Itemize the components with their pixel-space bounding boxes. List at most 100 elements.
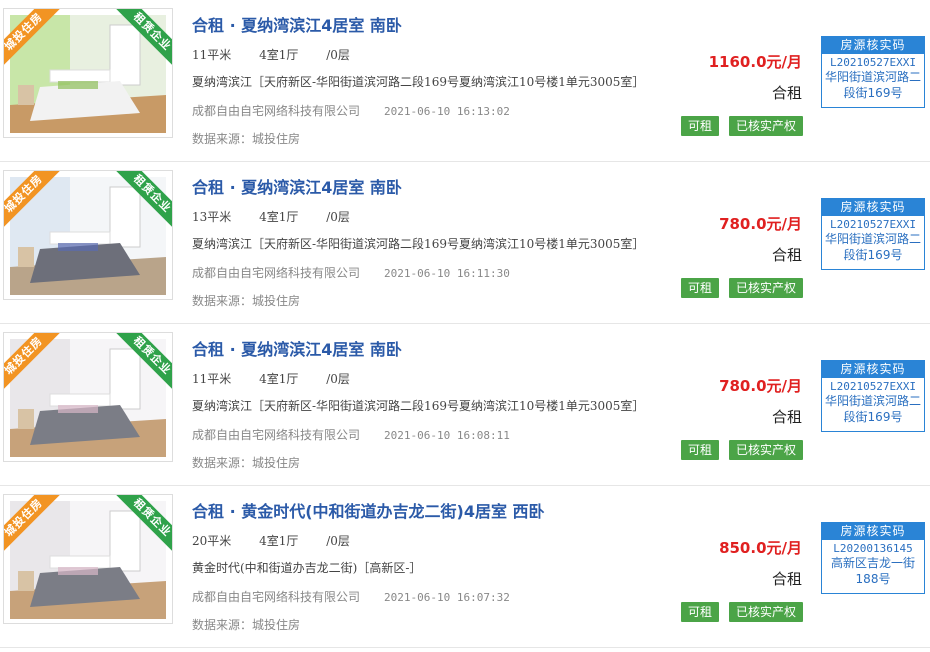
verification-code: L20210527EXXI <box>829 380 917 393</box>
listing-photo[interactable]: 城投住房 租赁企业 <box>3 332 173 462</box>
listing-address: 夏纳湾滨江［天府新区-华阳街道滨河路二段169号夏纳湾滨江10号楼1单元3005… <box>192 75 645 89</box>
listing-price: 780.0元/月 <box>719 377 802 395</box>
verified-title-badge: 已核实产权 <box>729 278 804 298</box>
list-item[interactable]: 城投住房 租赁企业 合租 · 黄金时代(中和街道办吉龙二街)4居室 西卧 20平… <box>0 486 930 648</box>
listing-company: 成都自由自宅网络科技有限公司 2021-06-10 16:13:02 <box>192 102 510 119</box>
listing-meta: 11平米 4室1厅 /0层 <box>192 46 374 63</box>
verification-code-box[interactable]: 房源核实码 L20200136145 高新区吉龙一街188号 <box>821 522 925 594</box>
listing-photo[interactable]: 城投住房 租赁企业 <box>3 170 173 300</box>
listing-price: 1160.0元/月 <box>708 53 802 71</box>
listing-address: 夏纳湾滨江［天府新区-华阳街道滨河路二段169号夏纳湾滨江10号楼1单元3005… <box>192 237 645 251</box>
verification-code-title: 房源核实码 <box>822 37 924 54</box>
data-source: 数据来源：城投住房 <box>192 294 301 308</box>
verified-title-badge: 已核实产权 <box>729 440 804 460</box>
available-badge: 可租 <box>681 116 720 136</box>
listing-address: 黄金时代(中和街道办吉龙二街)［高新区-］ <box>192 561 422 575</box>
verification-code-title: 房源核实码 <box>822 523 924 540</box>
available-badge: 可租 <box>681 278 720 298</box>
ribbon-rental-enterprise: 租赁企业 <box>112 9 172 69</box>
company-name: 成都自由自宅网络科技有限公司 <box>192 590 361 604</box>
data-source: 数据来源：城投住房 <box>192 456 301 470</box>
bed-headboard <box>49 231 111 245</box>
nightstand <box>18 85 34 105</box>
bed-headboard <box>49 69 111 83</box>
available-badge: 可租 <box>681 602 720 622</box>
data-source: 数据来源：城投住房 <box>192 132 301 146</box>
verification-code-box[interactable]: 房源核实码 L20210527EXXI 华阳街道滨河路二段街169号 <box>821 360 925 432</box>
listing-floor: /0层 <box>326 372 350 386</box>
rent-type: 合租 <box>771 246 802 264</box>
verification-location: 华阳街道滨河路二段街169号 <box>825 232 922 262</box>
listing-address: 夏纳湾滨江［天府新区-华阳街道滨河路二段169号夏纳湾滨江10号楼1单元3005… <box>192 399 645 413</box>
nightstand <box>18 247 34 267</box>
listing-time: 2021-06-10 16:13:02 <box>384 105 510 118</box>
verification-code-title: 房源核实码 <box>822 199 924 216</box>
listing-price: 780.0元/月 <box>719 215 802 233</box>
listing-title[interactable]: 合租 · 夏纳湾滨江4居室 南卧 <box>192 174 402 198</box>
listing-layout: 4室1厅 <box>259 210 299 224</box>
listing-list: 城投住房 租赁企业 合租 · 夏纳湾滨江4居室 南卧 11平米 4室1厅 /0层… <box>0 0 930 652</box>
list-item[interactable]: 城投住房 租赁企业 合租 · 夏纳湾滨江4居室 南卧 11平米 4室1厅 /0层… <box>0 0 930 162</box>
listing-company: 成都自由自宅网络科技有限公司 2021-06-10 16:08:11 <box>192 426 510 443</box>
ribbon-city-housing: 城投住房 <box>4 9 64 69</box>
ribbon-city-housing: 城投住房 <box>4 495 64 555</box>
verified-title-badge: 已核实产权 <box>729 602 804 622</box>
data-source: 数据来源：城投住房 <box>192 618 301 632</box>
listing-photo[interactable]: 城投住房 租赁企业 <box>3 8 173 138</box>
company-name: 成都自由自宅网络科技有限公司 <box>192 266 361 280</box>
listing-title[interactable]: 合租 · 夏纳湾滨江4居室 南卧 <box>192 12 402 36</box>
listing-floor: /0层 <box>326 534 350 548</box>
listing-area: 20平米 <box>192 534 232 548</box>
list-item[interactable]: 城投住房 租赁企业 合租 · 夏纳湾滨江4居室 南卧 13平米 4室1厅 /0层… <box>0 162 930 324</box>
verification-code: L20210527EXXI <box>829 218 917 231</box>
bed-headboard <box>49 393 111 407</box>
ribbon-city-housing: 城投住房 <box>4 171 64 231</box>
company-name: 成都自由自宅网络科技有限公司 <box>192 428 361 442</box>
ribbon-rental-enterprise: 租赁企业 <box>112 333 172 393</box>
company-name: 成都自由自宅网络科技有限公司 <box>192 104 361 118</box>
listing-area: 11平米 <box>192 48 232 62</box>
listing-layout: 4室1厅 <box>259 534 299 548</box>
rent-type: 合租 <box>771 570 802 588</box>
verification-code-box[interactable]: 房源核实码 L20210527EXXI 华阳街道滨河路二段街169号 <box>821 36 925 108</box>
nightstand <box>18 571 34 591</box>
rent-type: 合租 <box>771 408 802 426</box>
available-badge: 可租 <box>681 440 720 460</box>
ribbon-rental-enterprise: 租赁企业 <box>112 495 172 555</box>
listing-meta: 11平米 4室1厅 /0层 <box>192 370 374 387</box>
verification-code-title: 房源核实码 <box>822 361 924 378</box>
listing-title[interactable]: 合租 · 黄金时代(中和街道办吉龙二街)4居室 西卧 <box>192 498 545 522</box>
listing-time: 2021-06-10 16:11:30 <box>384 267 510 280</box>
verification-location: 华阳街道滨河路二段街169号 <box>825 70 922 100</box>
verification-code-box[interactable]: 房源核实码 L20210527EXXI 华阳街道滨河路二段街169号 <box>821 198 925 270</box>
bed-pillow <box>58 243 98 251</box>
listing-floor: /0层 <box>326 48 350 62</box>
listing-time: 2021-06-10 16:07:32 <box>384 591 510 604</box>
listing-meta: 13平米 4室1厅 /0层 <box>192 208 374 225</box>
listing-title[interactable]: 合租 · 夏纳湾滨江4居室 南卧 <box>192 336 402 360</box>
listing-area: 11平米 <box>192 372 232 386</box>
nightstand <box>18 409 34 429</box>
listing-layout: 4室1厅 <box>259 372 299 386</box>
verification-code: L20210527EXXI <box>829 56 917 69</box>
bed-pillow <box>58 405 98 413</box>
listing-floor: /0层 <box>326 210 350 224</box>
verified-title-badge: 已核实产权 <box>729 116 804 136</box>
listing-photo[interactable]: 城投住房 租赁企业 <box>3 494 173 624</box>
listing-company: 成都自由自宅网络科技有限公司 2021-06-10 16:07:32 <box>192 588 510 605</box>
verification-location: 高新区吉龙一街188号 <box>830 556 915 586</box>
bed-headboard <box>49 555 111 569</box>
verification-location: 华阳街道滨河路二段街169号 <box>825 394 922 424</box>
bed-pillow <box>58 81 98 89</box>
listing-meta: 20平米 4室1厅 /0层 <box>192 532 374 549</box>
rent-type: 合租 <box>771 84 802 102</box>
list-item[interactable]: 城投住房 租赁企业 合租 · 夏纳湾滨江4居室 南卧 11平米 4室1厅 /0层… <box>0 324 930 486</box>
ribbon-rental-enterprise: 租赁企业 <box>112 171 172 231</box>
verification-code: L20200136145 <box>833 542 913 555</box>
listing-layout: 4室1厅 <box>259 48 299 62</box>
bed-pillow <box>58 567 98 575</box>
listing-price: 850.0元/月 <box>719 539 802 557</box>
listing-time: 2021-06-10 16:08:11 <box>384 429 510 442</box>
listing-area: 13平米 <box>192 210 232 224</box>
ribbon-city-housing: 城投住房 <box>4 333 64 393</box>
